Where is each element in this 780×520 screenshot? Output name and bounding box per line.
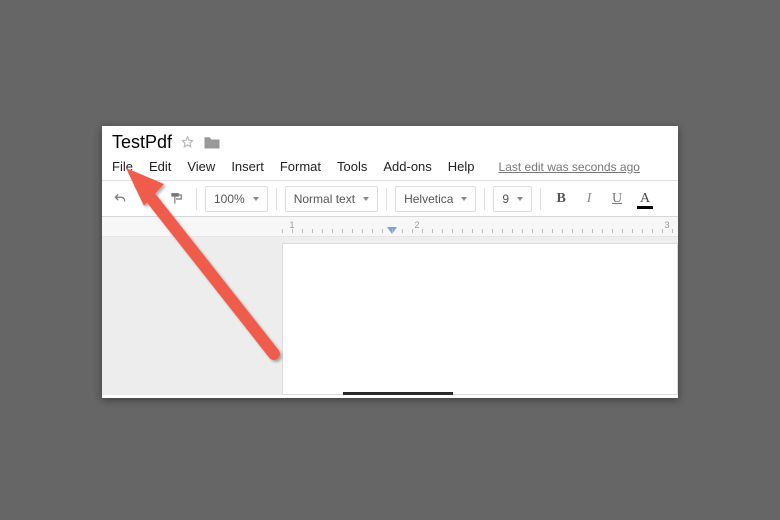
- ruler-tick: [322, 229, 323, 233]
- menubar: File Edit View Insert Format Tools Add-o…: [102, 155, 678, 181]
- text-color-button[interactable]: A: [633, 186, 657, 212]
- redo-icon: [140, 192, 156, 206]
- ruler-tick: [452, 229, 453, 233]
- ruler-tick: [622, 229, 623, 233]
- ruler-tick: [282, 229, 283, 233]
- separator: [484, 188, 485, 210]
- paint-roller-icon: [169, 191, 183, 207]
- redo-button[interactable]: [136, 186, 160, 212]
- undo-button[interactable]: [108, 186, 132, 212]
- separator: [540, 188, 541, 210]
- chevron-down-icon: [517, 197, 523, 201]
- ruler-tick: [372, 229, 373, 233]
- ruler-tick: [542, 229, 543, 233]
- ruler-tick: [592, 229, 593, 233]
- separator: [196, 188, 197, 210]
- ruler-tick: [342, 229, 343, 233]
- ruler-tick: [302, 229, 303, 233]
- separator: [386, 188, 387, 210]
- ruler-tick: [422, 229, 423, 233]
- ruler-tick: [562, 229, 563, 233]
- ruler-tick: [392, 229, 393, 233]
- bold-button[interactable]: B: [549, 186, 573, 212]
- ruler-tick: [672, 229, 673, 233]
- ruler-tick: [292, 229, 293, 233]
- ruler-tick: [552, 229, 553, 233]
- document-page[interactable]: [282, 243, 678, 395]
- menu-view[interactable]: View: [187, 159, 215, 174]
- separator: [276, 188, 277, 210]
- chevron-down-icon: [253, 197, 259, 201]
- ruler-tick: [502, 229, 503, 233]
- ruler-tick: [472, 229, 473, 233]
- menu-addons[interactable]: Add-ons: [383, 159, 431, 174]
- page-content-fragment: [343, 392, 453, 395]
- ruler-tick: [642, 229, 643, 233]
- ruler[interactable]: 1 2 3: [102, 217, 678, 237]
- font-size-select[interactable]: 9: [493, 186, 532, 212]
- ruler-tick: [442, 229, 443, 233]
- underline-button[interactable]: U: [605, 186, 629, 212]
- menu-tools[interactable]: Tools: [337, 159, 367, 174]
- ruler-tick: [352, 229, 353, 233]
- ruler-number: 3: [664, 220, 669, 230]
- document-area: [102, 237, 678, 395]
- ruler-tick: [532, 229, 533, 233]
- ruler-number: 2: [414, 220, 419, 230]
- document-title[interactable]: TestPdf: [112, 132, 172, 153]
- ruler-tick: [402, 229, 403, 233]
- menu-insert[interactable]: Insert: [231, 159, 264, 174]
- ruler-tick: [432, 229, 433, 233]
- paragraph-style-select[interactable]: Normal text: [285, 186, 378, 212]
- paragraph-style-value: Normal text: [294, 192, 355, 206]
- ruler-tick: [362, 229, 363, 233]
- menu-edit[interactable]: Edit: [149, 159, 171, 174]
- docs-window: TestPdf File Edit View Insert Format Too…: [102, 126, 678, 398]
- toolbar: 100% Normal text Helvetica 9 B I U A: [102, 181, 678, 217]
- ruler-tick: [662, 229, 663, 233]
- menu-help[interactable]: Help: [448, 159, 475, 174]
- star-icon[interactable]: [180, 135, 195, 150]
- ruler-tick: [652, 229, 653, 233]
- chevron-down-icon: [363, 197, 369, 201]
- ruler-tick: [602, 229, 603, 233]
- left-gutter: [102, 237, 282, 395]
- ruler-tick: [572, 229, 573, 233]
- zoom-select[interactable]: 100%: [205, 186, 268, 212]
- ruler-marks: 1 2 3: [282, 217, 678, 236]
- ruler-tick: [632, 229, 633, 233]
- ruler-tick: [462, 229, 463, 233]
- menu-format[interactable]: Format: [280, 159, 321, 174]
- ruler-tick: [492, 229, 493, 233]
- folder-icon[interactable]: [203, 135, 221, 150]
- font-family-select[interactable]: Helvetica: [395, 186, 476, 212]
- ruler-tick: [612, 229, 613, 233]
- titlebar: TestPdf: [102, 126, 678, 155]
- italic-button[interactable]: I: [577, 186, 601, 212]
- chevron-down-icon: [461, 197, 467, 201]
- last-edit-link[interactable]: Last edit was seconds ago: [499, 160, 640, 174]
- paint-format-button[interactable]: [164, 186, 188, 212]
- ruler-tick: [482, 229, 483, 233]
- zoom-value: 100%: [214, 192, 245, 206]
- ruler-tick: [512, 229, 513, 233]
- menu-file[interactable]: File: [112, 159, 133, 174]
- ruler-tick: [382, 229, 383, 233]
- font-size-value: 9: [502, 192, 509, 206]
- ruler-tick: [312, 229, 313, 233]
- ruler-tick: [582, 229, 583, 233]
- undo-icon: [112, 192, 128, 206]
- ruler-tick: [412, 229, 413, 233]
- ruler-tick: [332, 229, 333, 233]
- ruler-tick: [522, 229, 523, 233]
- font-family-value: Helvetica: [404, 192, 453, 206]
